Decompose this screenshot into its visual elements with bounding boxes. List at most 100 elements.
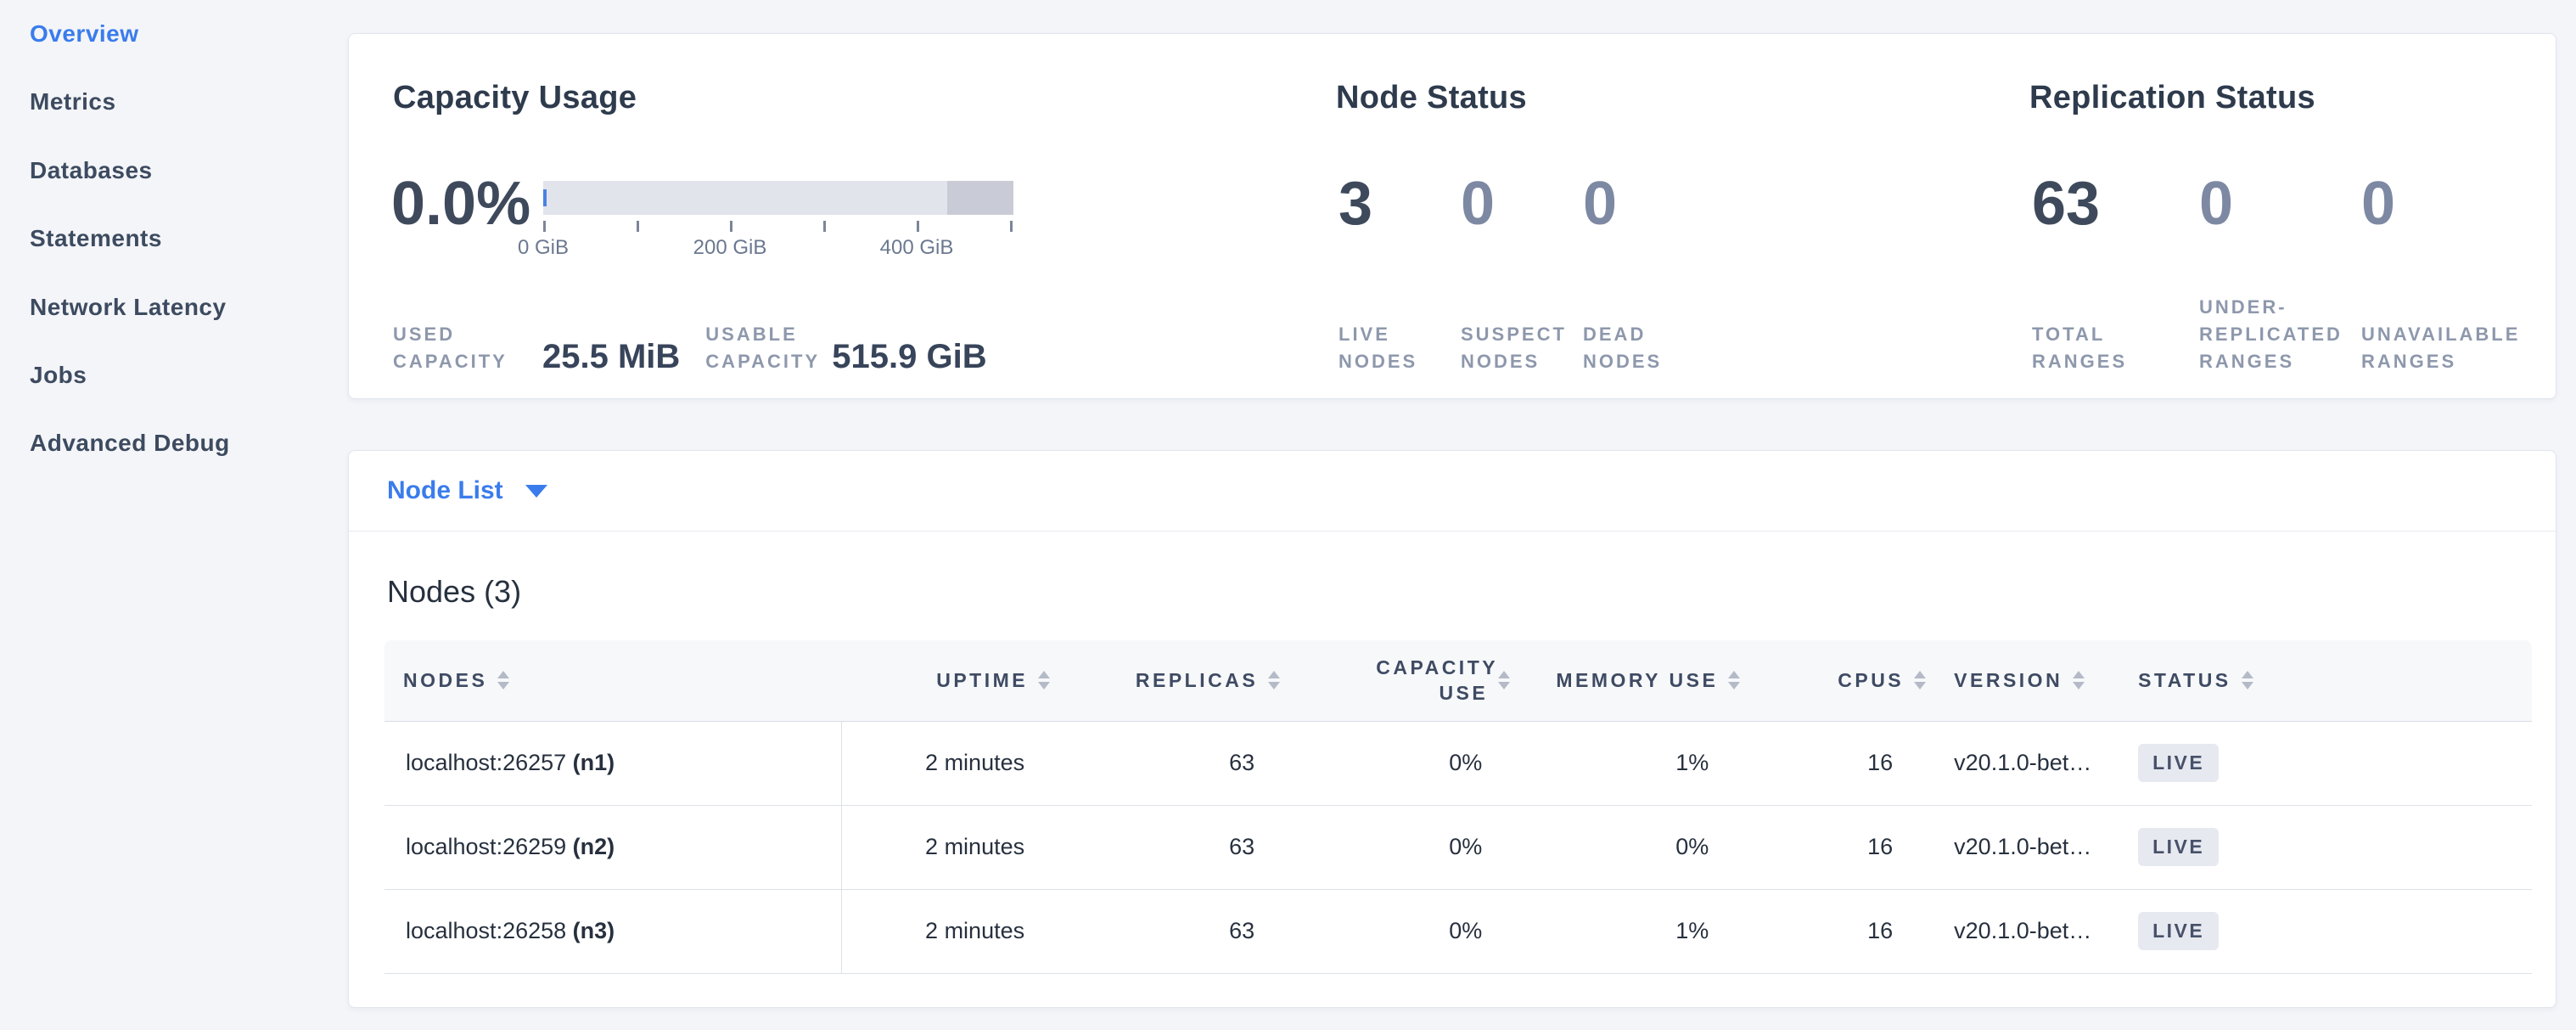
- used-capacity-label: USED CAPACITY: [393, 321, 520, 375]
- under-replicated-ranges-label: UNDER-REPLICATED RANGES: [2199, 294, 2356, 375]
- sort-icon: [2073, 671, 2085, 689]
- node-status-values: 3 0 0: [1339, 168, 1705, 239]
- status-cell: LIVE: [2126, 889, 2532, 973]
- status-cell: LIVE: [2126, 721, 2532, 805]
- sort-icon: [1728, 671, 1740, 689]
- node-address-cell[interactable]: localhost:26258 (n3): [384, 889, 841, 973]
- replication-labels: TOTAL RANGES UNDER-REPLICATED RANGES UNA…: [2032, 294, 2565, 375]
- memory-use-cell: 0%: [1514, 805, 1744, 889]
- sort-icon: [1038, 671, 1050, 689]
- nodes-table: NODES UPTIME REPLICAS CAPACITY USE M: [384, 640, 2532, 974]
- unavailable-ranges-label: UNAVAILABLE RANGES: [2361, 321, 2565, 375]
- node-status-labels: LIVE NODES SUSPECT NODES DEAD NODES: [1339, 294, 1705, 375]
- live-nodes-label: LIVE NODES: [1339, 321, 1440, 375]
- node-id: (n2): [573, 834, 615, 859]
- replication-status-title: Replication Status: [2029, 78, 2315, 117]
- cluster-summary-card: Capacity Usage 0.0% 0 GiB 200 GiB 400 Gi…: [348, 33, 2556, 399]
- node-id: (n3): [573, 918, 615, 943]
- sort-icon: [2242, 671, 2253, 689]
- total-ranges-count: 63: [2032, 168, 2199, 239]
- column-header-capacity-use[interactable]: CAPACITY USE: [1284, 640, 1514, 721]
- column-label: STATUS: [2138, 669, 2231, 692]
- sidebar-item-statements[interactable]: Statements: [0, 205, 348, 273]
- memory-use-cell: 1%: [1514, 721, 1744, 805]
- status-badge: LIVE: [2138, 912, 2219, 950]
- version-cell: v20.1.0-bet…: [1930, 889, 2126, 973]
- replication-values: 63 0 0: [2032, 168, 2565, 239]
- column-header-replicas[interactable]: REPLICAS: [1054, 640, 1284, 721]
- column-header-cpus[interactable]: CPUS: [1744, 640, 1930, 721]
- sidebar-item-advanced-debug[interactable]: Advanced Debug: [0, 409, 348, 477]
- dead-nodes-count: 0: [1583, 168, 1705, 239]
- memory-use-cell: 1%: [1514, 889, 1744, 973]
- column-label: VERSION: [1954, 669, 2062, 692]
- version-cell: v20.1.0-bet…: [1930, 721, 2126, 805]
- table-header-row: NODES UPTIME REPLICAS CAPACITY USE M: [384, 640, 2532, 721]
- column-header-status[interactable]: STATUS: [2126, 640, 2532, 721]
- node-id: (n1): [573, 750, 615, 775]
- node-address: localhost:26258: [406, 918, 566, 943]
- capacity-other-segment: [947, 181, 1013, 215]
- column-label: NODES: [403, 669, 487, 692]
- axis-tick-label: 200 GiB: [693, 235, 767, 261]
- capacity-usage-title: Capacity Usage: [393, 78, 637, 117]
- sidebar-item-databases[interactable]: Databases: [0, 137, 348, 205]
- sidebar-item-metrics[interactable]: Metrics: [0, 68, 348, 136]
- usable-capacity-label: USABLE CAPACITY: [705, 321, 819, 375]
- node-status-title: Node Status: [1336, 78, 1527, 117]
- cpus-cell: 16: [1744, 805, 1930, 889]
- replicas-cell: 63: [1054, 889, 1284, 973]
- cpus-cell: 16: [1744, 889, 1930, 973]
- table-row: localhost:26258 (n3) 2 minutes 63 0% 1% …: [384, 889, 2532, 973]
- status-badge: LIVE: [2138, 828, 2219, 866]
- cpus-cell: 16: [1744, 721, 1930, 805]
- capacity-usage-bar: 0 GiB 200 GiB 400 GiB: [543, 181, 1013, 215]
- suspect-nodes-count: 0: [1461, 168, 1583, 239]
- node-address-cell[interactable]: localhost:26259 (n2): [384, 805, 841, 889]
- replicas-cell: 63: [1054, 805, 1284, 889]
- axis-tick-label: 0 GiB: [518, 235, 569, 261]
- column-label: UPTIME: [936, 669, 1028, 692]
- table-row: localhost:26257 (n1) 2 minutes 63 0% 1% …: [384, 721, 2532, 805]
- node-list-dropdown-label: Node List: [387, 476, 503, 505]
- usable-capacity-value: 515.9 GiB: [832, 338, 986, 375]
- column-header-memory-use[interactable]: MEMORY USE: [1514, 640, 1744, 721]
- column-label: CAPACITY USE: [1376, 655, 1488, 706]
- capacity-used-percent: 0.0%: [391, 168, 530, 239]
- node-address: localhost:26257: [406, 750, 566, 775]
- sort-icon: [497, 671, 509, 689]
- node-address-cell[interactable]: localhost:26257 (n1): [384, 721, 841, 805]
- capacity-used-marker: [543, 189, 547, 206]
- unavailable-ranges-count: 0: [2361, 168, 2565, 239]
- column-header-nodes[interactable]: NODES: [384, 640, 841, 721]
- live-nodes-count: 3: [1339, 168, 1461, 239]
- under-replicated-ranges-count: 0: [2199, 168, 2361, 239]
- used-capacity-value: 25.5 MiB: [542, 338, 680, 375]
- axis-tick: [637, 221, 639, 232]
- table-row: localhost:26259 (n2) 2 minutes 63 0% 0% …: [384, 805, 2532, 889]
- sidebar: Overview Metrics Databases Statements Ne…: [0, 0, 348, 1030]
- column-header-uptime[interactable]: UPTIME: [841, 640, 1054, 721]
- chevron-down-icon: [525, 485, 547, 498]
- replicas-cell: 63: [1054, 721, 1284, 805]
- capacity-stats: USED CAPACITY 25.5 MiB USABLE CAPACITY 5…: [393, 306, 987, 375]
- axis-tick: [1010, 221, 1013, 232]
- axis-tick: [823, 221, 826, 232]
- uptime-cell: 2 minutes: [841, 805, 1054, 889]
- sidebar-item-jobs[interactable]: Jobs: [0, 341, 348, 409]
- node-address: localhost:26259: [406, 834, 566, 859]
- version-cell: v20.1.0-bet…: [1930, 805, 2126, 889]
- total-ranges-label: TOTAL RANGES: [2032, 321, 2142, 375]
- column-label: CPUS: [1838, 669, 1904, 692]
- node-list-card: Node List Nodes (3) NODES UPTIME REPLICA…: [348, 450, 2556, 1008]
- sidebar-item-network-latency[interactable]: Network Latency: [0, 273, 348, 341]
- node-list-dropdown[interactable]: Node List: [349, 451, 2556, 532]
- sort-icon: [1498, 671, 1510, 689]
- sidebar-item-overview[interactable]: Overview: [0, 0, 348, 68]
- dead-nodes-label: DEAD NODES: [1583, 321, 1685, 375]
- sort-icon: [1268, 671, 1280, 689]
- axis-tick: [730, 221, 732, 232]
- status-badge: LIVE: [2138, 744, 2219, 782]
- column-header-version[interactable]: VERSION: [1930, 640, 2126, 721]
- axis-tick-label: 400 GiB: [880, 235, 954, 261]
